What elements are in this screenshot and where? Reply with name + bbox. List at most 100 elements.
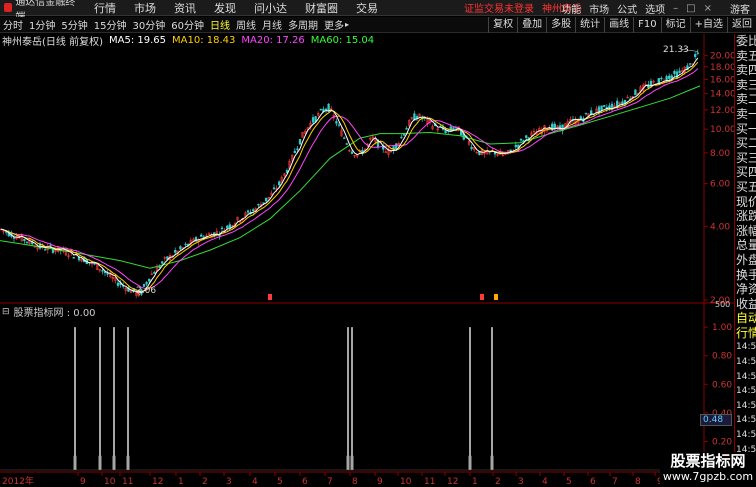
candle-body: [405, 128, 408, 130]
candle-body: [616, 100, 619, 107]
date-tick-label: 4: [542, 477, 548, 487]
candle-body: [252, 209, 255, 212]
candle-body: [350, 151, 354, 154]
candle-body: [226, 225, 229, 229]
candle-body: [327, 103, 330, 112]
quote-panel-item[interactable]: 买一: [735, 122, 756, 137]
trade-time: 14:56: [736, 342, 756, 353]
candle-body: [345, 143, 348, 145]
indicator-tick-label: 0.20: [712, 437, 732, 447]
y-top-label: 500: [715, 300, 730, 309]
candle-body: [278, 181, 281, 186]
candle-body: [553, 123, 556, 129]
candle-body: [93, 263, 96, 265]
quote-panel-item[interactable]: 换手: [735, 268, 756, 283]
candle-body: [525, 135, 528, 138]
quote-panel-item[interactable]: 净资: [735, 282, 756, 297]
candle-body: [25, 241, 29, 243]
candle-body: [44, 249, 47, 251]
quote-panel-item[interactable]: 总量: [735, 238, 756, 253]
quote-panel-item[interactable]: 买三: [735, 151, 756, 166]
candle-body: [584, 112, 588, 115]
date-tick-label: 10: [104, 477, 116, 487]
quote-panel-item[interactable]: 现价: [735, 195, 756, 210]
quote-panel-item[interactable]: 卖三: [735, 78, 756, 93]
date-tick-label: 12: [152, 477, 163, 487]
trade-time: 14:56: [736, 357, 756, 368]
candle-body: [31, 242, 34, 245]
candle-body: [673, 71, 676, 75]
date-tick-label: 2: [495, 477, 501, 487]
trade-time: 14:56: [736, 415, 756, 426]
quote-panel-item[interactable]: 卖二: [735, 92, 756, 107]
quote-panel-item[interactable]: 涨跌: [735, 209, 756, 224]
candle-body: [514, 144, 517, 148]
quote-panel-item[interactable]: 买二: [735, 136, 756, 151]
quote-panel-item[interactable]: 收益: [735, 297, 756, 312]
candle-body: [319, 109, 322, 111]
quote-panel-item[interactable]: 行情: [735, 326, 756, 341]
indicator-value-box: 0.48: [700, 414, 732, 426]
date-tick-label: 5: [566, 477, 572, 487]
candle-body: [649, 80, 653, 86]
date-tick-label: 2012年: [2, 475, 34, 487]
date-tick-label: 6: [590, 477, 596, 487]
indicator-axis: 1.000.800.600.400.20: [704, 323, 732, 447]
price-tick-label: 14.00: [710, 90, 736, 100]
date-tick-label: 6: [302, 477, 308, 487]
price-tick-label: 4.00: [710, 222, 730, 232]
candle-body: [228, 224, 231, 229]
price-tick-label: 6.00: [710, 179, 730, 189]
candle-body: [694, 54, 697, 58]
trade-time: 14:56: [736, 386, 756, 397]
candle-body: [161, 261, 164, 264]
quote-panel-item[interactable]: 卖四: [735, 63, 756, 78]
quote-panel-item[interactable]: 卖一: [735, 107, 756, 122]
quote-panel-item[interactable]: 委比: [735, 34, 756, 49]
candle-body: [23, 238, 26, 242]
candle-body: [272, 187, 276, 190]
price-tick-label: 20.00: [710, 52, 736, 62]
date-tick-label: 10: [400, 477, 412, 487]
candle-body: [324, 108, 328, 111]
candle-body: [519, 139, 523, 141]
quote-panel-item[interactable]: 买五: [735, 180, 756, 195]
trade-time: 14:56: [736, 430, 756, 441]
candle-body: [184, 243, 187, 246]
quote-panel-item[interactable]: 涨幅: [735, 224, 756, 239]
indicator-expand-icon[interactable]: ⊟: [2, 307, 10, 317]
date-tick-label: 9: [377, 477, 383, 487]
high-price-label: 21.33: [663, 45, 689, 55]
date-tick-label: 2: [202, 477, 208, 487]
quote-panel-item[interactable]: 外盘: [735, 253, 756, 268]
candle-body: [402, 133, 406, 136]
price-tick-label: 10.00: [710, 125, 736, 135]
date-tick-label: 12: [447, 477, 458, 487]
indicator-spikes: [0, 327, 704, 471]
watermark-url: www.7gpzb.com: [662, 470, 754, 483]
date-tick-label: 11: [122, 477, 133, 487]
quote-panel-item[interactable]: 买四: [735, 165, 756, 180]
quote-panel-item[interactable]: 卖五: [735, 49, 756, 64]
price-tick-label: 8.00: [710, 149, 730, 159]
indicator-tick-label: 1.00: [712, 323, 732, 333]
event-marker: [480, 294, 484, 300]
indicator-tick-label: 0.80: [712, 352, 732, 362]
candle-body: [265, 197, 268, 202]
ma10-line: [0, 61, 699, 293]
date-tick-label: 1: [178, 477, 184, 487]
price-tick-label: 18.00: [710, 63, 736, 73]
candle-body: [116, 282, 120, 286]
indicator-tick-label: 0.60: [712, 380, 732, 390]
candle-body: [688, 63, 692, 65]
price-axis: 20.0018.00 16.00 14.00 12.00 10.00 8.00 6.00 4.…: [704, 52, 736, 306]
date-tick-label: 1: [472, 477, 478, 487]
quote-panel-item[interactable]: 自动: [735, 311, 756, 326]
indicator-header: ⊟ 股票指标网 : 0.00: [0, 305, 96, 320]
candle-body: [101, 270, 104, 272]
candle-body: [72, 257, 75, 259]
candle-body: [634, 89, 637, 96]
candle-body: [145, 282, 148, 285]
kline-chart[interactable]: 20.0018.00 16.00 14.00 12.00 10.00 8.00 6.00 4.…: [0, 0, 756, 487]
candle-body: [343, 137, 346, 139]
